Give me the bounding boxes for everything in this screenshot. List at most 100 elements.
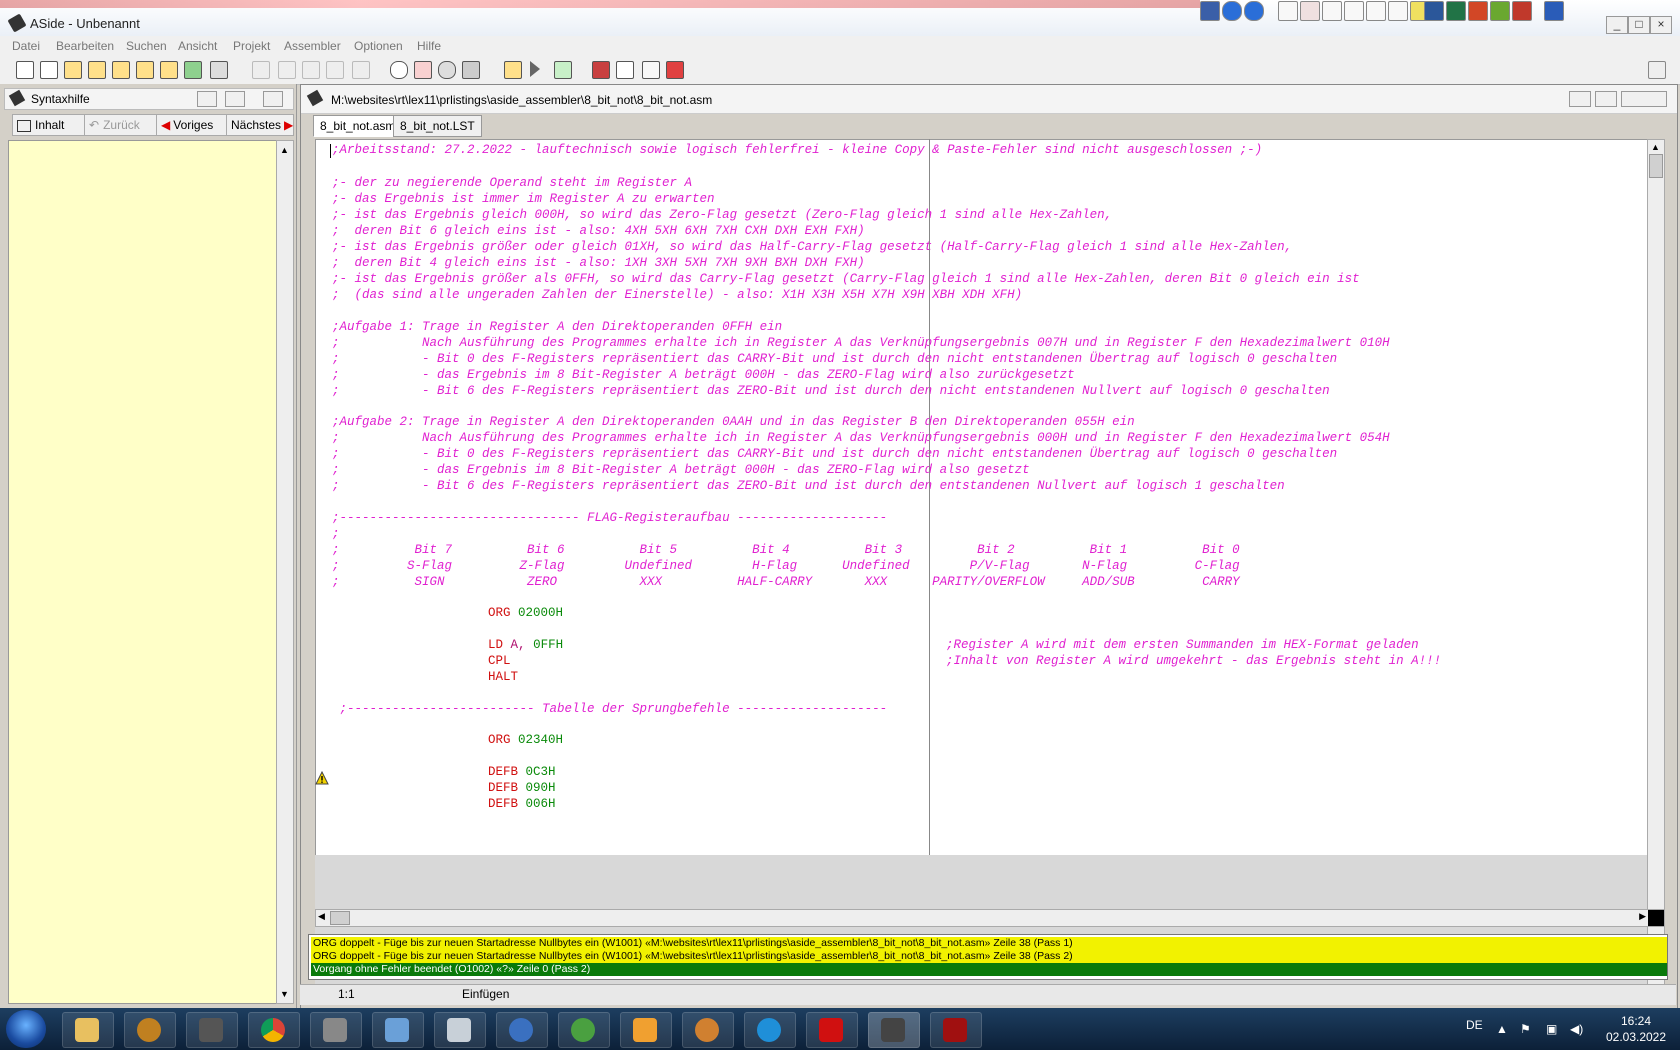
new-document-icon[interactable] bbox=[40, 61, 58, 79]
scroll-up-icon[interactable]: ▲ bbox=[1651, 142, 1660, 152]
prev-button[interactable]: ◀ Voriges bbox=[156, 114, 234, 136]
menu-projekt[interactable]: Projekt bbox=[233, 39, 270, 53]
menu-bearbeiten[interactable]: Bearbeiten bbox=[56, 39, 114, 53]
document-icon[interactable] bbox=[642, 61, 660, 79]
taskbar-app[interactable] bbox=[682, 1012, 734, 1048]
word-icon[interactable] bbox=[1424, 1, 1444, 21]
menu-hilfe[interactable]: Hilfe bbox=[417, 39, 441, 53]
taskbar-app[interactable] bbox=[620, 1012, 672, 1048]
taskbar-app[interactable] bbox=[372, 1012, 424, 1048]
editor-close-button[interactable] bbox=[1621, 91, 1667, 107]
scroll-thumb[interactable] bbox=[330, 911, 350, 925]
taskbar-aside[interactable] bbox=[868, 1012, 920, 1048]
taskbar-emulator[interactable] bbox=[930, 1012, 982, 1048]
warning-icon[interactable] bbox=[315, 770, 329, 785]
save-all-icon[interactable] bbox=[160, 61, 178, 79]
new-file-icon[interactable] bbox=[16, 61, 34, 79]
next-button[interactable]: Nächstes ▶ bbox=[226, 114, 294, 136]
taskbar-app[interactable] bbox=[806, 1012, 858, 1048]
notes-icon[interactable] bbox=[1388, 1, 1408, 21]
build-icon[interactable] bbox=[504, 61, 522, 79]
excel-icon[interactable] bbox=[1446, 1, 1466, 21]
pane-minimize-button[interactable] bbox=[197, 91, 217, 107]
syntax-help-scrollbar[interactable]: ▲ ▼ bbox=[276, 140, 294, 1004]
help-icon[interactable] bbox=[1222, 1, 1242, 21]
contents-button[interactable]: Inhalt bbox=[12, 114, 86, 136]
menu-optionen[interactable]: Optionen bbox=[354, 39, 403, 53]
toolbar-options-icon[interactable] bbox=[1648, 61, 1666, 79]
tab-8-bit-not-lst[interactable]: 8_bit_not.LST bbox=[393, 115, 482, 137]
pdf-icon[interactable] bbox=[666, 61, 684, 79]
help-icon[interactable] bbox=[1244, 1, 1264, 21]
flag-icon[interactable]: ⚑ bbox=[1520, 1022, 1531, 1036]
start-button[interactable] bbox=[6, 1010, 46, 1048]
message-warning[interactable]: ORG doppelt - Füge bis zur neuen Startad… bbox=[311, 950, 1667, 963]
open-project-icon[interactable] bbox=[88, 61, 106, 79]
editor-vertical-scrollbar[interactable]: ▲ bbox=[1647, 139, 1665, 997]
editor-minimize-button[interactable] bbox=[1569, 91, 1591, 107]
minimize-button[interactable]: _ bbox=[1606, 16, 1628, 34]
settings-icon[interactable] bbox=[1544, 1, 1564, 21]
taskbar-app[interactable] bbox=[186, 1012, 238, 1048]
journal-icon[interactable] bbox=[1366, 1, 1386, 21]
app-icon[interactable] bbox=[1200, 1, 1220, 21]
taskbar-calculator[interactable] bbox=[434, 1012, 486, 1048]
paste-icon[interactable] bbox=[326, 61, 344, 79]
back-button[interactable]: ↶ Zurück bbox=[84, 114, 160, 136]
tasks-icon[interactable] bbox=[1322, 1, 1342, 21]
run-icon[interactable] bbox=[530, 61, 540, 77]
tray-expand-icon[interactable]: ▲ bbox=[1496, 1022, 1508, 1036]
access-icon[interactable] bbox=[1512, 1, 1532, 21]
scroll-right-icon[interactable]: ▶ bbox=[1639, 911, 1646, 922]
publisher-icon[interactable] bbox=[1490, 1, 1510, 21]
menu-datei[interactable]: Datei bbox=[12, 39, 40, 53]
menu-suchen[interactable]: Suchen bbox=[126, 39, 167, 53]
print-icon[interactable] bbox=[210, 61, 228, 79]
taskbar-app[interactable] bbox=[558, 1012, 610, 1048]
menu-ansicht[interactable]: Ansicht bbox=[178, 39, 217, 53]
find-icon[interactable] bbox=[390, 61, 408, 79]
taskbar-app[interactable] bbox=[124, 1012, 176, 1048]
menu-assembler[interactable]: Assembler bbox=[284, 39, 341, 53]
undo-icon[interactable] bbox=[252, 61, 270, 79]
cut-icon[interactable] bbox=[278, 61, 296, 79]
taskbar-explorer[interactable] bbox=[62, 1012, 114, 1048]
clock-time[interactable]: 16:24 bbox=[1606, 1014, 1666, 1028]
clock-date[interactable]: 02.03.2022 bbox=[1598, 1030, 1674, 1044]
edit-icon[interactable] bbox=[352, 61, 370, 79]
save-as-icon[interactable] bbox=[136, 61, 154, 79]
book-open-icon[interactable] bbox=[616, 61, 634, 79]
pane-restore-button[interactable] bbox=[225, 91, 245, 107]
mail-icon[interactable] bbox=[1278, 1, 1298, 21]
taskbar-app[interactable] bbox=[496, 1012, 548, 1048]
language-indicator[interactable]: DE bbox=[1466, 1018, 1483, 1032]
taskbar-chrome[interactable] bbox=[248, 1012, 300, 1048]
maximize-button[interactable]: □ bbox=[1628, 16, 1650, 34]
tab-8-bit-not-asm[interactable]: 8_bit_not.asm bbox=[313, 115, 403, 137]
powerpoint-icon[interactable] bbox=[1468, 1, 1488, 21]
books-icon[interactable] bbox=[592, 61, 610, 79]
replace-icon[interactable] bbox=[414, 61, 432, 79]
check-icon[interactable] bbox=[554, 61, 572, 79]
scroll-left-icon[interactable]: ◀ bbox=[318, 911, 325, 922]
close-button[interactable]: × bbox=[1650, 16, 1672, 34]
scroll-down-icon[interactable]: ▼ bbox=[280, 989, 289, 999]
scroll-up-icon[interactable]: ▲ bbox=[280, 145, 289, 155]
contacts-icon[interactable] bbox=[1344, 1, 1364, 21]
message-warning[interactable]: ORG doppelt - Füge bis zur neuen Startad… bbox=[311, 937, 1667, 950]
code-editor[interactable]: ;Arbeitsstand: 27.2.2022 - lauftechnisch… bbox=[315, 139, 1649, 857]
message-success[interactable]: Vorgang ohne Fehler beendet (O1002) «?» … bbox=[311, 963, 1667, 976]
volume-icon[interactable]: ◀) bbox=[1570, 1022, 1583, 1036]
open-folder-icon[interactable] bbox=[64, 61, 82, 79]
editor-restore-button[interactable] bbox=[1595, 91, 1617, 107]
find-next-icon[interactable] bbox=[438, 61, 456, 79]
copy-icon[interactable] bbox=[302, 61, 320, 79]
taskbar-app[interactable] bbox=[310, 1012, 362, 1048]
pane-close-button[interactable] bbox=[263, 91, 283, 107]
taskbar-edge[interactable] bbox=[744, 1012, 796, 1048]
export-icon[interactable] bbox=[184, 61, 202, 79]
calendar-icon[interactable] bbox=[1300, 1, 1320, 21]
goto-icon[interactable] bbox=[462, 61, 480, 79]
save-icon[interactable] bbox=[112, 61, 130, 79]
editor-horizontal-scrollbar[interactable]: ◀ ▶ bbox=[315, 909, 1665, 927]
